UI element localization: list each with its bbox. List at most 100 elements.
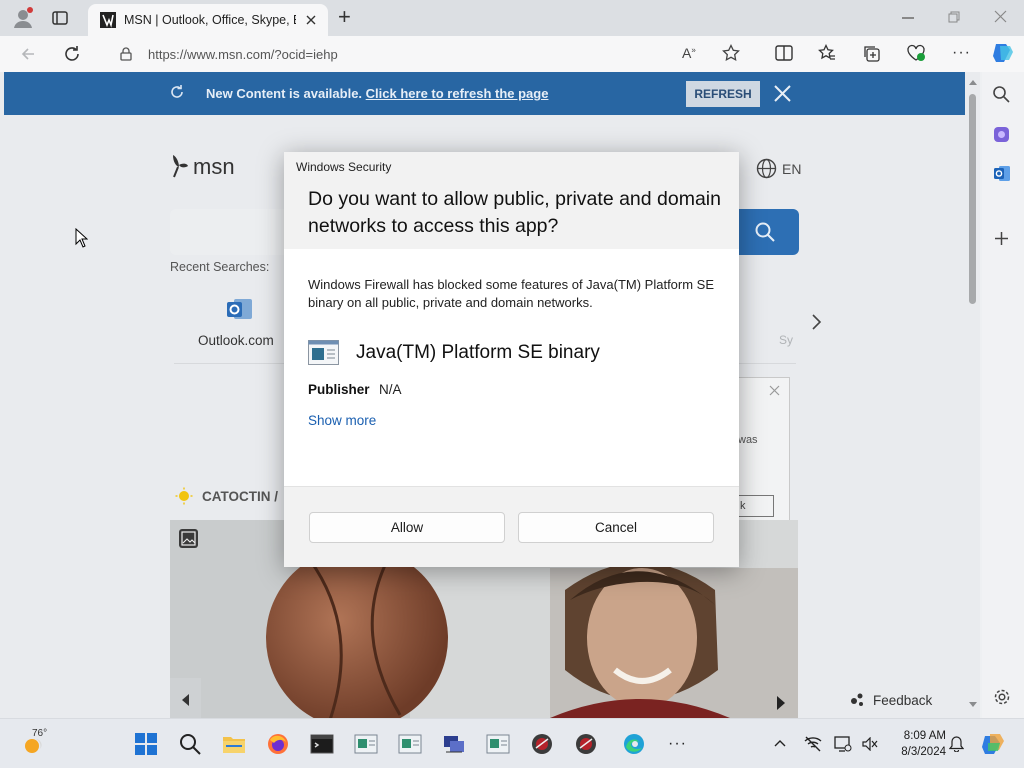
java-app-icon-3[interactable] — [486, 732, 510, 756]
weather-location[interactable]: CATOCTIN / — [202, 489, 278, 504]
start-button-icon[interactable] — [134, 732, 158, 756]
photo-gallery-icon[interactable] — [179, 529, 198, 548]
partial-quick-link[interactable]: Sy — [779, 333, 793, 347]
taskbar-overflow-icon[interactable]: ··· — [668, 735, 687, 753]
edge-sidebar — [982, 72, 1024, 718]
sidebar-outlook-icon[interactable] — [993, 165, 1011, 182]
search-icon — [754, 221, 776, 243]
collections-icon[interactable] — [862, 44, 880, 62]
app-icon-red-2[interactable] — [574, 732, 598, 756]
dialog-question: Do you want to allow public, private and… — [308, 188, 721, 237]
address-bar[interactable]: https://www.msn.com/?ocid=iehp — [108, 40, 676, 68]
show-hidden-icons[interactable] — [774, 739, 786, 747]
recent-searches-label: Recent Searches: — [170, 260, 270, 274]
temperature[interactable]: 76° — [32, 728, 47, 739]
volume-muted-icon[interactable] — [862, 737, 878, 751]
restore-icon[interactable] — [948, 11, 960, 23]
scroll-thumb[interactable] — [969, 94, 976, 304]
banner-message: New Content is available. Click here to … — [206, 86, 548, 101]
edge-icon[interactable] — [622, 732, 646, 756]
lock-icon[interactable] — [120, 47, 132, 61]
publisher-value: N/A — [379, 382, 402, 397]
url-text[interactable]: https://www.msn.com/?ocid=iehp — [148, 47, 338, 62]
terminal-icon[interactable] — [310, 732, 334, 756]
chevron-right-icon[interactable] — [810, 313, 822, 331]
tab-actions-icon[interactable] — [52, 10, 68, 26]
clock-time[interactable]: 8:09 AM — [890, 730, 946, 742]
file-explorer-icon[interactable] — [222, 732, 246, 756]
dialog-description: Windows Firewall has blocked some featur… — [308, 277, 715, 310]
refresh-banner-icon — [169, 84, 185, 100]
banner-text: New Content is available. — [206, 86, 363, 101]
close-tab-icon[interactable] — [304, 13, 318, 27]
sun-icon — [175, 487, 193, 505]
page-scrollbar[interactable] — [966, 72, 980, 718]
java-app-icon-1[interactable] — [354, 732, 378, 756]
cancel-button[interactable]: Cancel — [518, 512, 714, 543]
language-selector[interactable]: EN — [782, 161, 801, 177]
taskbar: 76° ··· 8:09 AM 8/3/2024 — [0, 718, 1024, 768]
background-dialog-button[interactable]: k — [734, 495, 774, 517]
windows-security-dialog: Windows Security Do you want to allow pu… — [284, 152, 739, 567]
outlook-link[interactable]: Outlook.com — [198, 333, 274, 348]
copilot-taskbar-icon[interactable] — [980, 731, 1006, 757]
split-screen-icon[interactable] — [775, 45, 793, 61]
msn-search-button[interactable] — [738, 209, 799, 255]
close-banner-icon[interactable] — [774, 85, 791, 102]
profile-icon[interactable] — [12, 7, 34, 29]
sidebar-add-icon[interactable] — [994, 231, 1009, 246]
background-dialog-text: was — [738, 434, 758, 446]
notification-bell-icon[interactable] — [949, 736, 964, 752]
dialog-caption: Windows Security — [296, 160, 392, 174]
mouse-cursor-icon — [75, 228, 88, 248]
copilot-icon[interactable] — [990, 40, 1016, 66]
feedback-icon[interactable] — [850, 692, 865, 707]
read-aloud-icon[interactable]: A» — [682, 45, 696, 61]
favorite-star-icon[interactable] — [722, 44, 740, 62]
browser-tab[interactable]: MSN | Outlook, Office, Skype, Bi — [88, 4, 328, 36]
new-content-banner: New Content is available. Click here to … — [4, 72, 965, 115]
msn-favicon — [100, 12, 116, 28]
taskbar-search-icon[interactable] — [178, 732, 202, 756]
sidebar-settings-icon[interactable] — [993, 688, 1011, 706]
java-app-icon-2[interactable] — [398, 732, 422, 756]
outlook-icon[interactable] — [226, 296, 254, 322]
refresh-page-link[interactable]: Click here to refresh the page — [366, 86, 549, 101]
sidebar-search-icon[interactable] — [992, 85, 1010, 103]
app-icon — [308, 340, 339, 365]
clock-date[interactable]: 8/3/2024 — [890, 746, 946, 758]
network-status-icon[interactable] — [804, 736, 822, 752]
dialog-footer: Allow Cancel — [284, 486, 739, 567]
sidebar-copilot-icon[interactable] — [993, 126, 1010, 143]
display-icon[interactable] — [834, 736, 852, 752]
msn-butterfly-icon[interactable] — [170, 153, 190, 179]
tab-bar: MSN | Outlook, Office, Skype, Bi + — [0, 0, 1024, 36]
msn-logo[interactable]: msn — [193, 154, 235, 180]
photo-prev-button[interactable] — [170, 678, 201, 718]
network-app-icon[interactable] — [442, 732, 466, 756]
new-tab-button[interactable]: + — [338, 4, 351, 30]
back-icon[interactable] — [20, 46, 36, 62]
feedback-button[interactable]: Feedback — [873, 693, 932, 708]
background-dialog: was k — [733, 377, 790, 527]
close-window-icon[interactable] — [994, 10, 1007, 23]
browser-essentials-icon[interactable] — [906, 44, 926, 62]
show-more-link[interactable]: Show more — [308, 413, 376, 428]
close-background-dialog-icon[interactable] — [769, 385, 780, 396]
dialog-header: Windows Security Do you want to allow pu… — [284, 152, 739, 249]
firefox-icon[interactable] — [266, 732, 290, 756]
globe-icon[interactable] — [756, 158, 777, 179]
scroll-down-icon[interactable] — [968, 701, 978, 709]
favorites-icon[interactable] — [818, 44, 836, 62]
minimize-icon[interactable] — [902, 17, 914, 19]
more-menu-icon[interactable]: ··· — [952, 44, 971, 62]
app-icon-red-1[interactable] — [530, 732, 554, 756]
address-bar-row: https://www.msn.com/?ocid=iehp A» ··· — [0, 36, 1024, 72]
refresh-button[interactable]: REFRESH — [686, 81, 760, 107]
app-name: Java(TM) Platform SE binary — [356, 342, 600, 363]
scroll-up-icon[interactable] — [968, 78, 978, 86]
photo-next-icon[interactable] — [775, 694, 787, 712]
allow-button[interactable]: Allow — [309, 512, 505, 543]
publisher-label: Publisher — [308, 382, 370, 397]
refresh-icon[interactable] — [63, 45, 81, 63]
